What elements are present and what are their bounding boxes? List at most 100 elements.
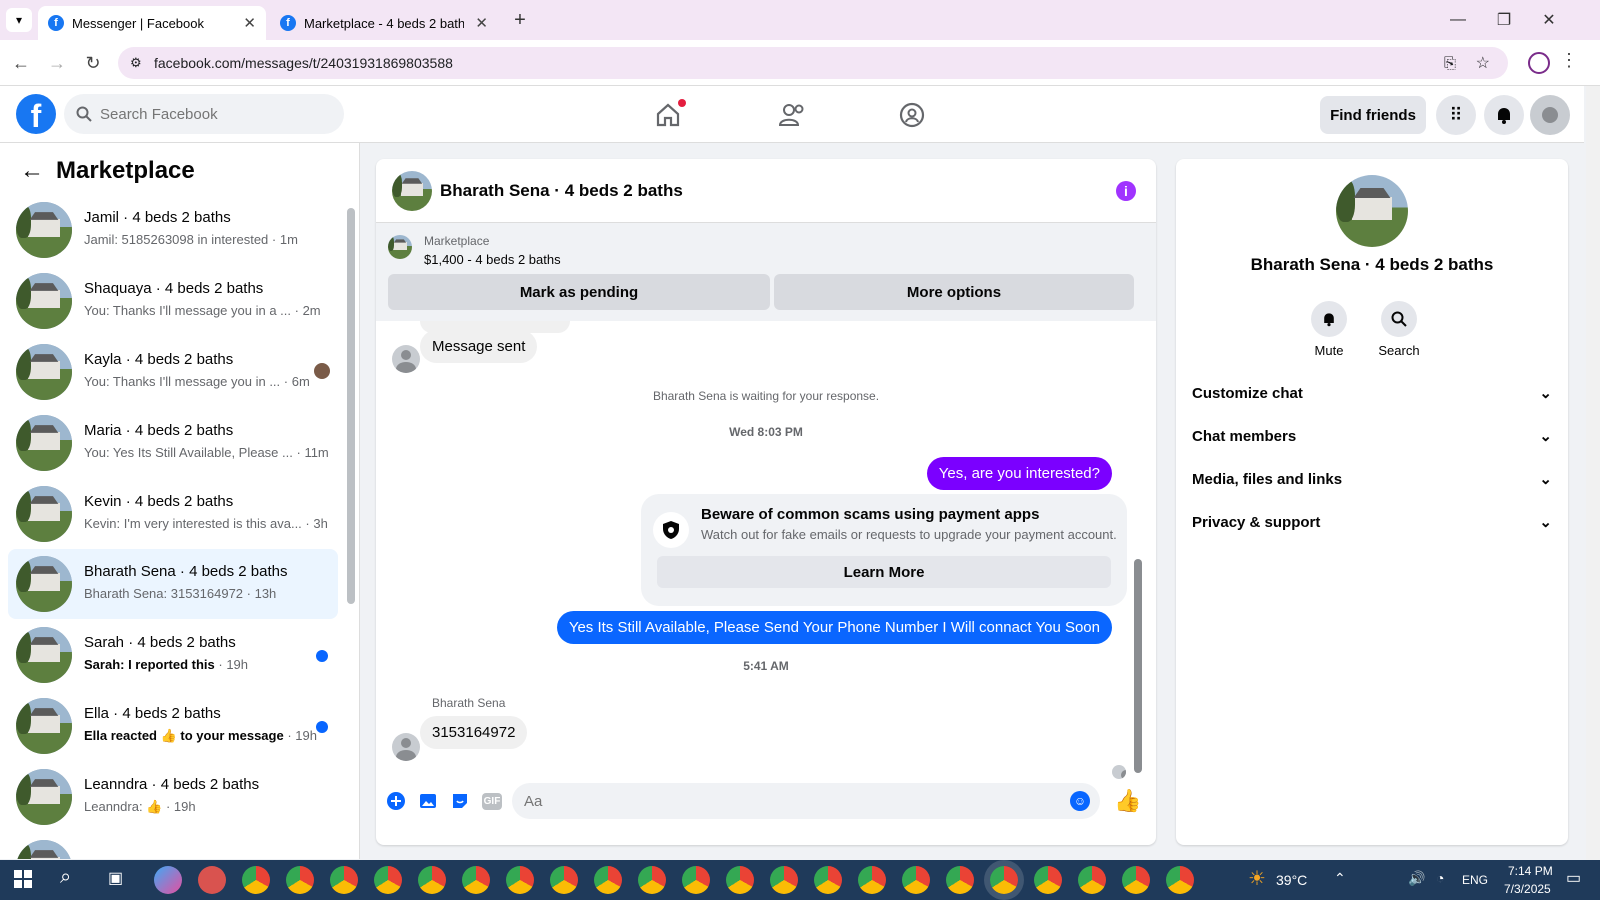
conversation-item-partial[interactable] (8, 833, 338, 859)
more-options-button[interactable]: More options (774, 274, 1134, 310)
copilot-icon[interactable] (154, 866, 182, 894)
customize-chat-row[interactable]: Customize chat ⌄ (1192, 375, 1552, 411)
chrome-icon[interactable] (902, 866, 930, 894)
taskbar-app-icon[interactable] (198, 866, 226, 894)
add-icon[interactable] (384, 789, 408, 813)
conversation-item[interactable]: Sarah · 4 beds 2 baths Sarah: I reported… (8, 620, 338, 690)
tray-overflow-icon[interactable]: ⌃ (1334, 870, 1346, 887)
chrome-icon[interactable] (682, 866, 710, 894)
facebook-logo[interactable]: f (16, 94, 56, 134)
bookmark-star-icon[interactable]: ☆ (1476, 53, 1490, 73)
search-facebook-box[interactable] (64, 94, 344, 134)
chrome-icon[interactable] (550, 866, 578, 894)
chrome-icon[interactable] (1166, 866, 1194, 894)
chrome-icon[interactable] (418, 866, 446, 894)
close-tab-icon[interactable]: ✕ (475, 14, 488, 32)
profile-icon[interactable] (1528, 52, 1550, 74)
chrome-icon[interactable] (858, 866, 886, 894)
search-button[interactable]: Search (1364, 301, 1434, 358)
gif-icon[interactable]: GIF (480, 789, 504, 813)
clock-time[interactable]: 7:14 PM (1508, 864, 1553, 878)
mark-as-pending-button[interactable]: Mark as pending (388, 274, 770, 310)
conversation-item[interactable]: Jamil · 4 beds 2 baths Jamil: 5185263098… (8, 195, 338, 265)
conversation-item[interactable]: Leanndra · 4 beds 2 baths Leanndra: 👍 · … (8, 762, 338, 832)
start-icon[interactable] (14, 870, 32, 888)
conversation-list-scrollbar[interactable] (347, 208, 355, 604)
back-icon[interactable]: ← (8, 50, 34, 76)
learn-more-button[interactable]: Learn More (657, 556, 1111, 588)
tab-messenger[interactable]: f Messenger | Facebook ✕ (38, 6, 266, 40)
conversation-item-selected[interactable]: Bharath Sena · 4 beds 2 baths Bharath Se… (8, 549, 338, 619)
restore-icon[interactable]: ❐ (1490, 8, 1518, 32)
chrome-icon[interactable] (814, 866, 842, 894)
site-info-icon[interactable]: ⚙ (130, 55, 142, 71)
close-tab-icon[interactable]: ✕ (243, 14, 256, 32)
chrome-icon[interactable] (374, 866, 402, 894)
emoji-icon[interactable]: ☺ (1070, 791, 1090, 811)
clock-date[interactable]: 7/3/2025 (1504, 882, 1551, 896)
friends-icon[interactable] (772, 97, 812, 133)
image-icon[interactable] (416, 789, 440, 813)
chrome-icon[interactable] (770, 866, 798, 894)
weather-temp[interactable]: 39°C (1276, 872, 1307, 888)
chrome-icon[interactable] (1122, 866, 1150, 894)
minimize-icon[interactable]: — (1444, 8, 1472, 32)
mute-button[interactable]: Mute (1294, 301, 1364, 358)
notifications-bell-icon[interactable] (1484, 95, 1524, 135)
network-icon[interactable]: ◔ (1436, 870, 1444, 886)
language-indicator[interactable]: ENG (1462, 873, 1488, 887)
chat-avatar[interactable] (392, 171, 432, 211)
search-input[interactable] (100, 105, 320, 123)
chrome-menu-icon[interactable]: ⋮ (1560, 50, 1578, 71)
media-files-links-row[interactable]: Media, files and links ⌄ (1192, 461, 1552, 497)
notification-center-icon[interactable]: ▭ (1566, 868, 1581, 888)
reload-icon[interactable]: ↻ (80, 50, 106, 76)
groups-icon[interactable] (892, 97, 932, 133)
home-icon[interactable] (648, 97, 688, 133)
forward-icon[interactable]: → (44, 50, 70, 76)
chrome-icon[interactable] (330, 866, 358, 894)
chrome-icon[interactable] (1078, 866, 1106, 894)
info-icon[interactable]: i (1116, 181, 1136, 201)
conversation-item[interactable]: Maria · 4 beds 2 baths You: Yes Its Stil… (8, 408, 338, 478)
conversation-item[interactable]: Kayla · 4 beds 2 baths You: Thanks I'll … (8, 337, 338, 407)
chat-title[interactable]: Bharath Sena · 4 beds 2 baths (440, 181, 683, 201)
conversation-item[interactable]: Kevin · 4 beds 2 baths Kevin: I'm very i… (8, 479, 338, 549)
chrome-icon[interactable] (594, 866, 622, 894)
new-tab-icon[interactable]: + (508, 8, 532, 32)
conversation-item[interactable]: Ella · 4 beds 2 baths Ella reacted 👍 to … (8, 691, 338, 761)
chrome-icon[interactable] (946, 866, 974, 894)
back-arrow-icon[interactable]: ← (20, 157, 44, 185)
close-window-icon[interactable]: ✕ (1535, 8, 1563, 32)
chat-scrollbar[interactable] (1134, 559, 1142, 773)
message-input[interactable] (524, 792, 1064, 810)
task-view-icon[interactable]: ▣ (108, 868, 123, 888)
profile-avatar[interactable] (1336, 175, 1408, 247)
tab-marketplace[interactable]: f Marketplace - 4 beds 2 baths | ✕ (270, 6, 498, 40)
thumbs-up-icon[interactable]: 👍 (1114, 788, 1141, 813)
sticker-icon[interactable] (448, 789, 472, 813)
install-app-icon[interactable]: ⎘ (1444, 55, 1456, 72)
address-bar[interactable]: ⚙ facebook.com/messages/t/24031931869803… (118, 47, 1508, 79)
tab-search-button[interactable]: ▾ (6, 8, 32, 32)
chrome-icon[interactable] (638, 866, 666, 894)
account-avatar[interactable] (1530, 95, 1570, 135)
listing-price[interactable]: $1,400 - 4 beds 2 baths (424, 252, 561, 267)
taskbar-search-icon[interactable]: ⌕ (60, 866, 71, 889)
message-input-box[interactable]: ☺ (512, 783, 1100, 819)
chrome-icon[interactable] (1034, 866, 1062, 894)
chrome-icon[interactable] (242, 866, 270, 894)
menu-grid-icon[interactable]: ⠿ (1436, 95, 1476, 135)
chrome-icon[interactable] (286, 866, 314, 894)
chrome-icon[interactable] (462, 866, 490, 894)
conversation-item[interactable]: Shaquaya · 4 beds 2 baths You: Thanks I'… (8, 266, 338, 336)
chrome-icon[interactable] (506, 866, 534, 894)
volume-icon[interactable]: 🔊 (1408, 870, 1425, 887)
weather-icon[interactable]: ☀ (1248, 866, 1266, 891)
chrome-icon[interactable] (726, 866, 754, 894)
find-friends-button[interactable]: Find friends (1320, 96, 1426, 134)
page-scrollbar[interactable] (1586, 86, 1600, 860)
privacy-support-row[interactable]: Privacy & support ⌄ (1192, 504, 1552, 540)
chrome-icon-active[interactable] (990, 866, 1018, 894)
chat-members-row[interactable]: Chat members ⌄ (1192, 418, 1552, 454)
